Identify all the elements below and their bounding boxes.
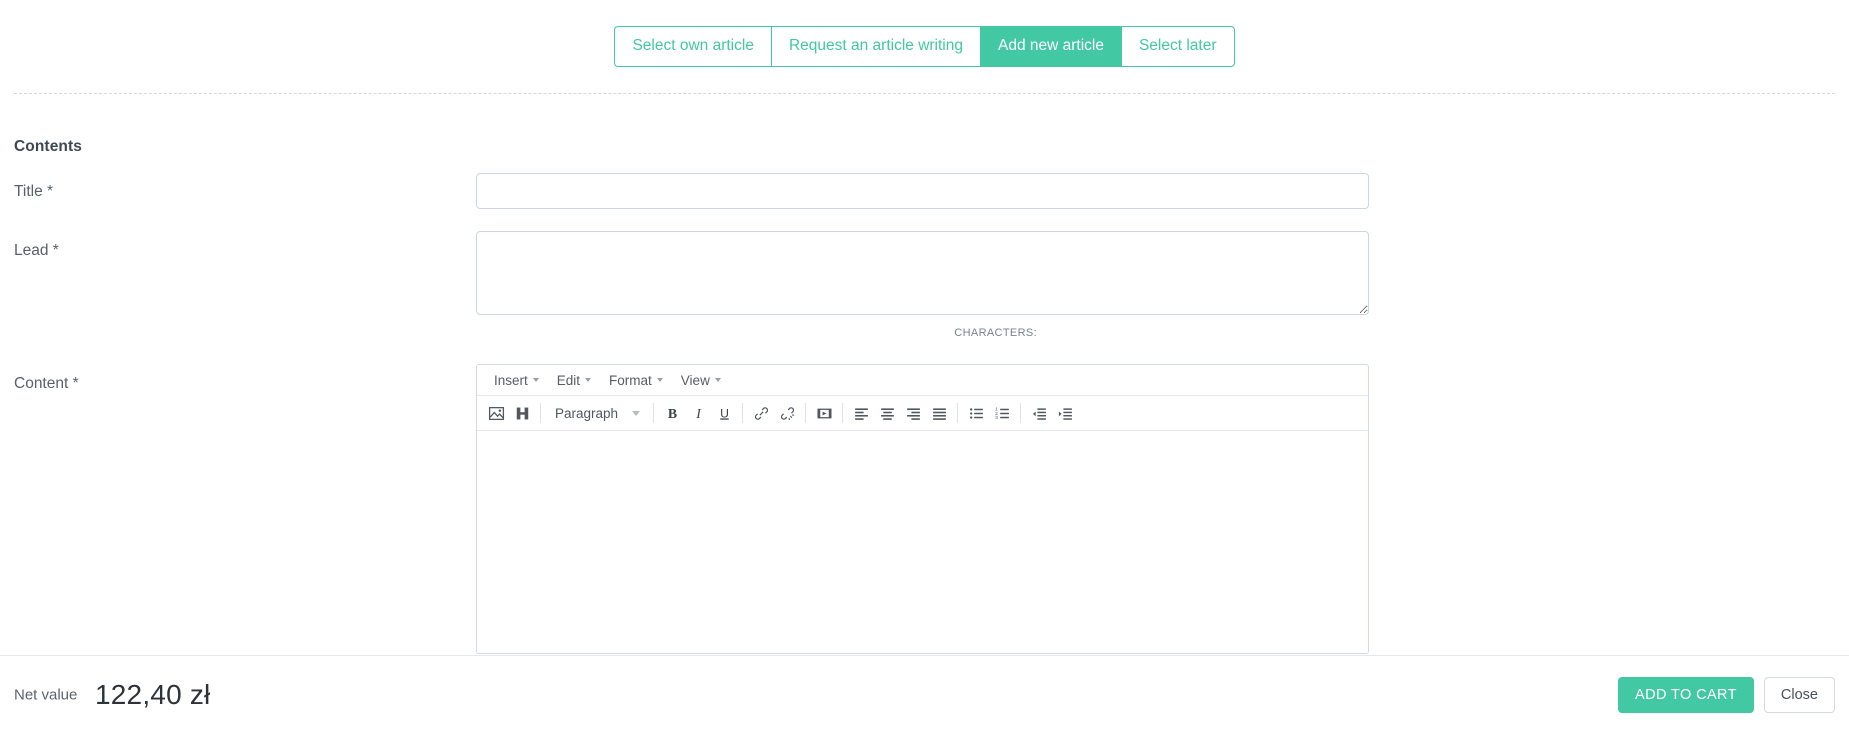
menu-format-label: Format — [609, 372, 652, 388]
tab-select-own-article[interactable]: Select own article — [614, 26, 771, 67]
lead-textarea[interactable] — [476, 231, 1369, 315]
insert-image-icon[interactable] — [483, 400, 509, 426]
close-button[interactable]: Close — [1763, 676, 1835, 713]
page-footer: Net value 122,40 zł ADD TO CART Close — [0, 655, 1849, 733]
toolbar-separator — [742, 403, 744, 423]
align-left-icon[interactable] — [848, 400, 874, 426]
tab-add-new-article[interactable]: Add new article — [979, 26, 1121, 67]
unlink-icon[interactable] — [774, 400, 800, 426]
editor-content-area[interactable] — [477, 431, 1368, 653]
format-select-value: Paragraph — [555, 405, 619, 421]
menu-view-label: View — [680, 372, 710, 388]
editor-menubar: Insert Edit Format View — [477, 365, 1368, 396]
align-justify-icon[interactable] — [926, 400, 952, 426]
article-source-tabgroup: Select own article Request an article wr… — [614, 26, 1235, 67]
toolbar-separator — [957, 403, 959, 423]
chevron-down-icon — [585, 378, 592, 382]
svg-text:I: I — [695, 406, 702, 421]
article-form-page: Select own article Request an article wr… — [0, 0, 1849, 733]
menu-view[interactable]: View — [672, 370, 730, 391]
tab-select-later[interactable]: Select later — [1120, 26, 1235, 67]
menu-insert[interactable]: Insert — [485, 370, 548, 391]
chevron-down-icon — [532, 378, 539, 382]
chevron-down-icon — [714, 378, 721, 382]
svg-text:B: B — [667, 406, 676, 421]
media-browse-icon[interactable] — [509, 400, 535, 426]
menu-format[interactable]: Format — [600, 370, 672, 391]
toolbar-separator — [1020, 403, 1022, 423]
outdent-icon[interactable] — [1026, 400, 1052, 426]
italic-icon[interactable]: I — [685, 400, 711, 426]
content-label: Content * — [14, 375, 79, 392]
align-center-icon[interactable] — [874, 400, 900, 426]
section-divider — [14, 93, 1835, 94]
bullet-list-icon[interactable] — [963, 400, 989, 426]
toolbar-separator — [653, 403, 655, 423]
net-value-label: Net value — [14, 686, 78, 703]
align-right-icon[interactable] — [900, 400, 926, 426]
link-icon[interactable] — [748, 400, 774, 426]
insert-video-icon[interactable] — [811, 400, 837, 426]
title-label: Title * — [14, 183, 54, 200]
add-to-cart-button[interactable]: ADD TO CART — [1618, 676, 1754, 713]
footer-actions: ADD TO CART Close — [1618, 676, 1835, 713]
chevron-down-icon — [656, 378, 663, 382]
article-source-tabbar: Select own article Request an article wr… — [0, 0, 1849, 93]
toolbar-separator — [805, 403, 807, 423]
menu-insert-label: Insert — [494, 372, 528, 388]
net-value-amount: 122,40 zł — [95, 678, 211, 710]
bold-icon[interactable]: B — [659, 400, 685, 426]
indent-icon[interactable] — [1052, 400, 1078, 426]
format-select[interactable]: Paragraph — [548, 401, 646, 425]
menu-edit[interactable]: Edit — [548, 370, 600, 391]
contents-heading: Contents — [14, 138, 82, 155]
numbered-list-icon[interactable]: 1 2 3 — [989, 400, 1015, 426]
lead-character-counter: CHARACTERS: — [954, 327, 1037, 339]
title-input[interactable] — [476, 173, 1369, 209]
toolbar-separator — [842, 403, 844, 423]
editor-toolbar: Paragraph B I U 1 2 3 — [477, 396, 1368, 431]
rich-text-editor: Insert Edit Format View Paragraph B I U … — [476, 364, 1369, 654]
svg-text:U: U — [720, 406, 729, 420]
svg-text:3: 3 — [995, 415, 998, 421]
lead-label: Lead * — [14, 242, 59, 259]
underline-icon[interactable]: U — [711, 400, 737, 426]
toolbar-separator — [540, 403, 541, 423]
menu-edit-label: Edit — [556, 372, 581, 388]
chevron-down-icon — [632, 410, 641, 416]
tab-request-article-writing[interactable]: Request an article writing — [770, 26, 980, 67]
